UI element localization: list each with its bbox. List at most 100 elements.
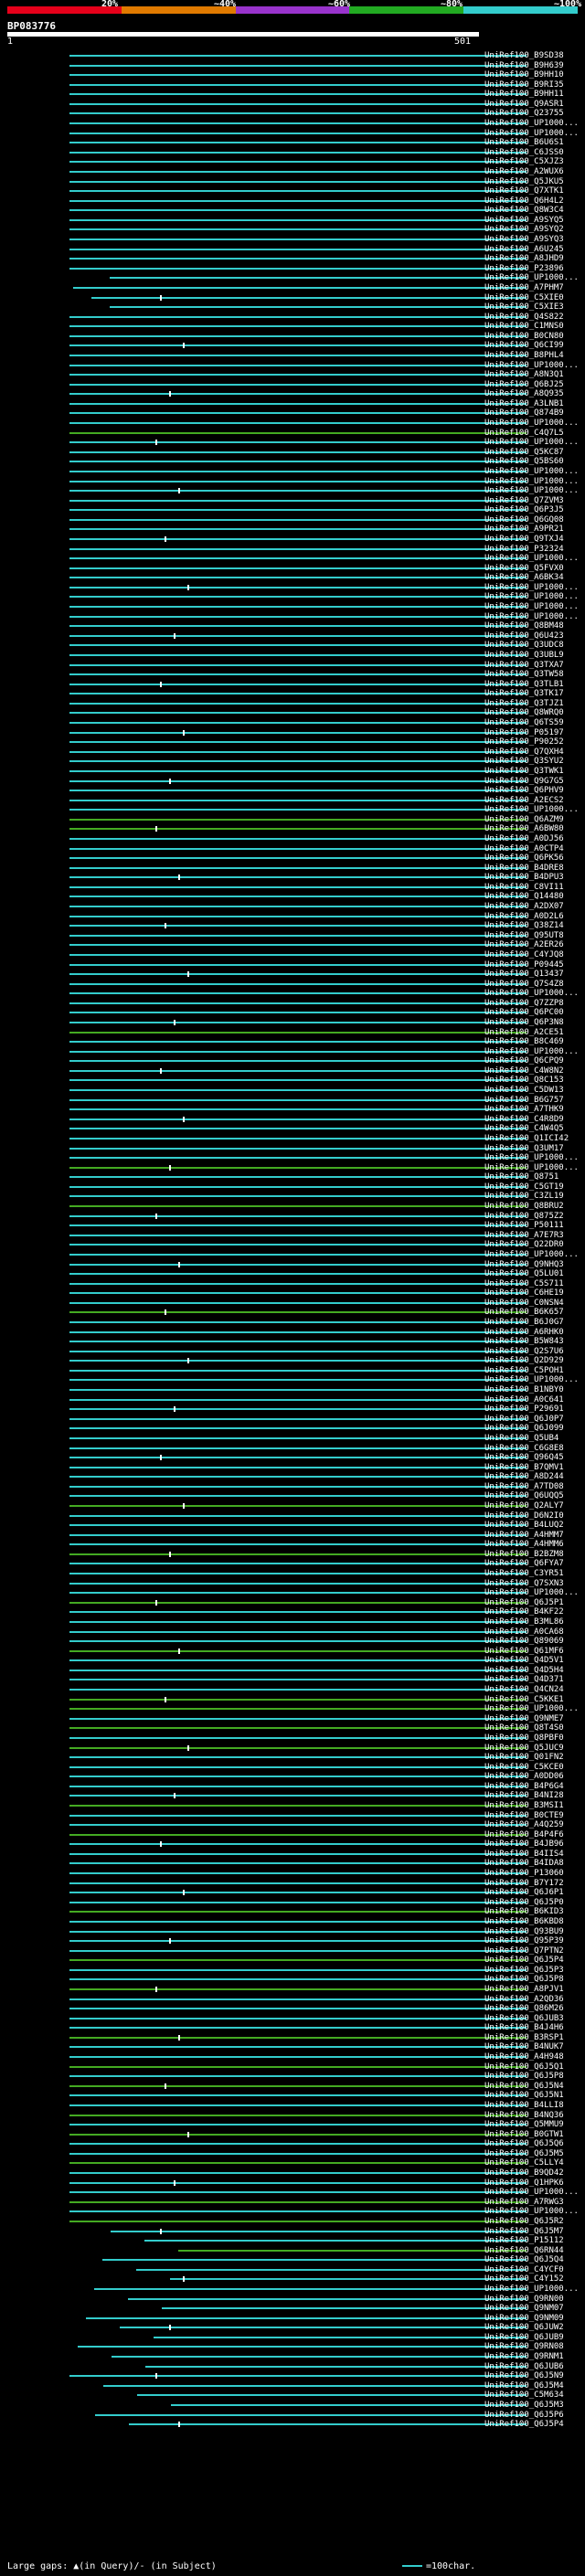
- hit-row[interactable]: UniRef100_A2ECS2: [0, 796, 585, 806]
- hit-row[interactable]: UniRef100_C4Y152: [0, 2274, 585, 2284]
- hit-label[interactable]: UniRef100_Q38Z14: [484, 921, 564, 931]
- hit-row[interactable]: UniRef100_C5LLY4: [0, 2158, 585, 2168]
- hit-label[interactable]: UniRef100_C5DW13: [484, 1086, 564, 1096]
- hit-label[interactable]: UniRef100_Q01FN2: [484, 1753, 564, 1763]
- hit-row[interactable]: UniRef100_P05197: [0, 728, 585, 738]
- hit-row[interactable]: UniRef100_Q61MF6: [0, 1647, 585, 1657]
- hit-row[interactable]: UniRef100_Q6J5N4: [0, 2082, 585, 2092]
- hit-label[interactable]: UniRef100_P32324: [484, 545, 564, 555]
- hit-label[interactable]: UniRef100_B4IIS4: [484, 1850, 564, 1860]
- hit-row[interactable]: UniRef100_B6KID3: [0, 1907, 585, 1917]
- hit-label[interactable]: UniRef100_Q7ZZP8: [484, 999, 564, 1009]
- hit-label[interactable]: UniRef100_B4DRE8: [484, 864, 564, 874]
- hit-label[interactable]: UniRef100_Q3TWK1: [484, 767, 564, 777]
- hit-row[interactable]: UniRef100_UP1000...: [0, 1047, 585, 1057]
- hit-row[interactable]: UniRef100_Q6BJ25: [0, 380, 585, 390]
- hit-label[interactable]: UniRef100_Q6J5M3: [484, 2401, 564, 2411]
- hit-label[interactable]: UniRef100_A6BK34: [484, 573, 564, 583]
- hit-row[interactable]: UniRef100_Q3TJZ1: [0, 699, 585, 709]
- hit-row[interactable]: UniRef100_Q5JUC9: [0, 1744, 585, 1754]
- hit-label[interactable]: UniRef100_A9PR21: [484, 525, 564, 535]
- hit-label[interactable]: UniRef100_Q8W3C4: [484, 206, 564, 216]
- hit-row[interactable]: UniRef100_B6U6S1: [0, 138, 585, 148]
- hit-row[interactable]: UniRef100_UP1000...: [0, 1163, 585, 1173]
- hit-label[interactable]: UniRef100_Q8PBF0: [484, 1733, 564, 1744]
- hit-row[interactable]: UniRef100_Q4D371: [0, 1675, 585, 1685]
- hit-row[interactable]: UniRef100_P15112: [0, 2236, 585, 2246]
- hit-label[interactable]: UniRef100_Q6J5M7: [484, 2227, 564, 2237]
- hit-row[interactable]: UniRef100_B6KBD8: [0, 1917, 585, 1927]
- hit-label[interactable]: UniRef100_UP1000...: [484, 1375, 579, 1385]
- hit-row[interactable]: UniRef100_Q6JUW2: [0, 2323, 585, 2333]
- hit-label[interactable]: UniRef100_B6G757: [484, 1096, 564, 1106]
- hit-row[interactable]: UniRef100_Q6J5P3: [0, 1966, 585, 1976]
- hit-row[interactable]: UniRef100_Q6J5M3: [0, 2401, 585, 2411]
- hit-label[interactable]: UniRef100_C4Y152: [484, 2274, 564, 2284]
- hit-label[interactable]: UniRef100_A7RWG3: [484, 2198, 564, 2208]
- hit-row[interactable]: UniRef100_Q3TK17: [0, 689, 585, 699]
- hit-row[interactable]: UniRef100_C5S711: [0, 1279, 585, 1289]
- hit-label[interactable]: UniRef100_Q7PTN2: [484, 1946, 564, 1956]
- hit-row[interactable]: UniRef100_Q7ZVM3: [0, 496, 585, 506]
- hit-row[interactable]: UniRef100_B2BZM8: [0, 1550, 585, 1560]
- hit-row[interactable]: UniRef100_Q8W3C4: [0, 206, 585, 216]
- hit-row[interactable]: UniRef100_C4YCF0: [0, 2265, 585, 2275]
- hit-label[interactable]: UniRef100_Q5JKU5: [484, 177, 564, 187]
- hit-row[interactable]: UniRef100_B0CTE9: [0, 1811, 585, 1821]
- hit-label[interactable]: UniRef100_Q3TXA7: [484, 661, 564, 671]
- hit-label[interactable]: UniRef100_UP1000...: [484, 1047, 579, 1057]
- hit-row[interactable]: UniRef100_A4HMM7: [0, 1531, 585, 1541]
- hit-row[interactable]: UniRef100_Q8T4S0: [0, 1723, 585, 1733]
- hit-label[interactable]: UniRef100_B4NQ36: [484, 2111, 564, 2121]
- hit-label[interactable]: UniRef100_Q3TK17: [484, 689, 564, 699]
- hit-row[interactable]: UniRef100_Q95UT8: [0, 931, 585, 941]
- hit-label[interactable]: UniRef100_A8D244: [484, 1472, 564, 1482]
- hit-row[interactable]: UniRef100_Q6J5P1: [0, 1598, 585, 1608]
- hit-label[interactable]: UniRef100_C5XIE3: [484, 302, 564, 313]
- hit-label[interactable]: UniRef100_UP1000...: [484, 129, 579, 139]
- hit-row[interactable]: UniRef100_UP1000...: [0, 119, 585, 129]
- hit-label[interactable]: UniRef100_Q6J5M5: [484, 2149, 564, 2159]
- hit-label[interactable]: UniRef100_UP1000...: [484, 1163, 579, 1173]
- hit-label[interactable]: UniRef100_Q7S4Z8: [484, 980, 564, 990]
- hit-row[interactable]: UniRef100_Q6AZM9: [0, 815, 585, 825]
- hit-row[interactable]: UniRef100_C6G8E8: [0, 1444, 585, 1454]
- hit-row[interactable]: UniRef100_Q7QXH4: [0, 747, 585, 758]
- hit-row[interactable]: UniRef100_Q5BS60: [0, 457, 585, 467]
- hit-label[interactable]: UniRef100_UP1000...: [484, 361, 579, 371]
- hit-label[interactable]: UniRef100_B9HH10: [484, 70, 564, 80]
- hit-label[interactable]: UniRef100_B3ML86: [484, 1617, 564, 1627]
- hit-row[interactable]: UniRef100_C8VI11: [0, 883, 585, 893]
- hit-label[interactable]: UniRef100_UP1000...: [484, 438, 579, 448]
- hit-row[interactable]: UniRef100_A2WUX6: [0, 167, 585, 177]
- hit-row[interactable]: UniRef100_Q6PHV9: [0, 786, 585, 796]
- hit-row[interactable]: UniRef100_A7E7R3: [0, 1231, 585, 1241]
- hit-row[interactable]: UniRef100_Q6J5N9: [0, 2371, 585, 2381]
- hit-row[interactable]: UniRef100_B4JB96: [0, 1839, 585, 1850]
- hit-row[interactable]: UniRef100_Q7ZZP8: [0, 999, 585, 1009]
- hit-label[interactable]: UniRef100_Q7XTK1: [484, 186, 564, 196]
- hit-label[interactable]: UniRef100_Q14480: [484, 892, 564, 902]
- hit-row[interactable]: UniRef100_Q6J5P4: [0, 2420, 585, 2430]
- hit-label[interactable]: UniRef100_B5W843: [484, 1337, 564, 1347]
- hit-row[interactable]: UniRef100_UP1000...: [0, 1250, 585, 1260]
- hit-row[interactable]: UniRef100_Q3UM17: [0, 1144, 585, 1154]
- hit-label[interactable]: UniRef100_C6JSS0: [484, 148, 564, 158]
- hit-row[interactable]: UniRef100_Q3SYU2: [0, 757, 585, 767]
- hit-label[interactable]: UniRef100_B7QMV1: [484, 1463, 564, 1473]
- hit-label[interactable]: UniRef100_C6HE19: [484, 1288, 564, 1299]
- hit-label[interactable]: UniRef100_UP1000...: [484, 2284, 579, 2295]
- hit-label[interactable]: UniRef100_Q6J5N9: [484, 2371, 564, 2381]
- hit-label[interactable]: UniRef100_UP1000...: [484, 989, 579, 999]
- hit-label[interactable]: UniRef100_Q6PK56: [484, 853, 564, 864]
- hit-row[interactable]: UniRef100_Q9NM07: [0, 2304, 585, 2314]
- hit-label[interactable]: UniRef100_A7TD08: [484, 1482, 564, 1492]
- hit-label[interactable]: UniRef100_Q6J0P7: [484, 1415, 564, 1425]
- hit-row[interactable]: UniRef100_Q6CPQ9: [0, 1056, 585, 1066]
- hit-label[interactable]: UniRef100_Q5JUC9: [484, 1744, 564, 1754]
- hit-label[interactable]: UniRef100_UP1000...: [484, 1588, 579, 1598]
- hit-row[interactable]: UniRef100_UP1000...: [0, 583, 585, 593]
- hit-row[interactable]: UniRef100_Q4D5H4: [0, 1666, 585, 1676]
- hit-label[interactable]: UniRef100_B4NI28: [484, 1791, 564, 1801]
- hit-row[interactable]: UniRef100_Q6TS59: [0, 718, 585, 728]
